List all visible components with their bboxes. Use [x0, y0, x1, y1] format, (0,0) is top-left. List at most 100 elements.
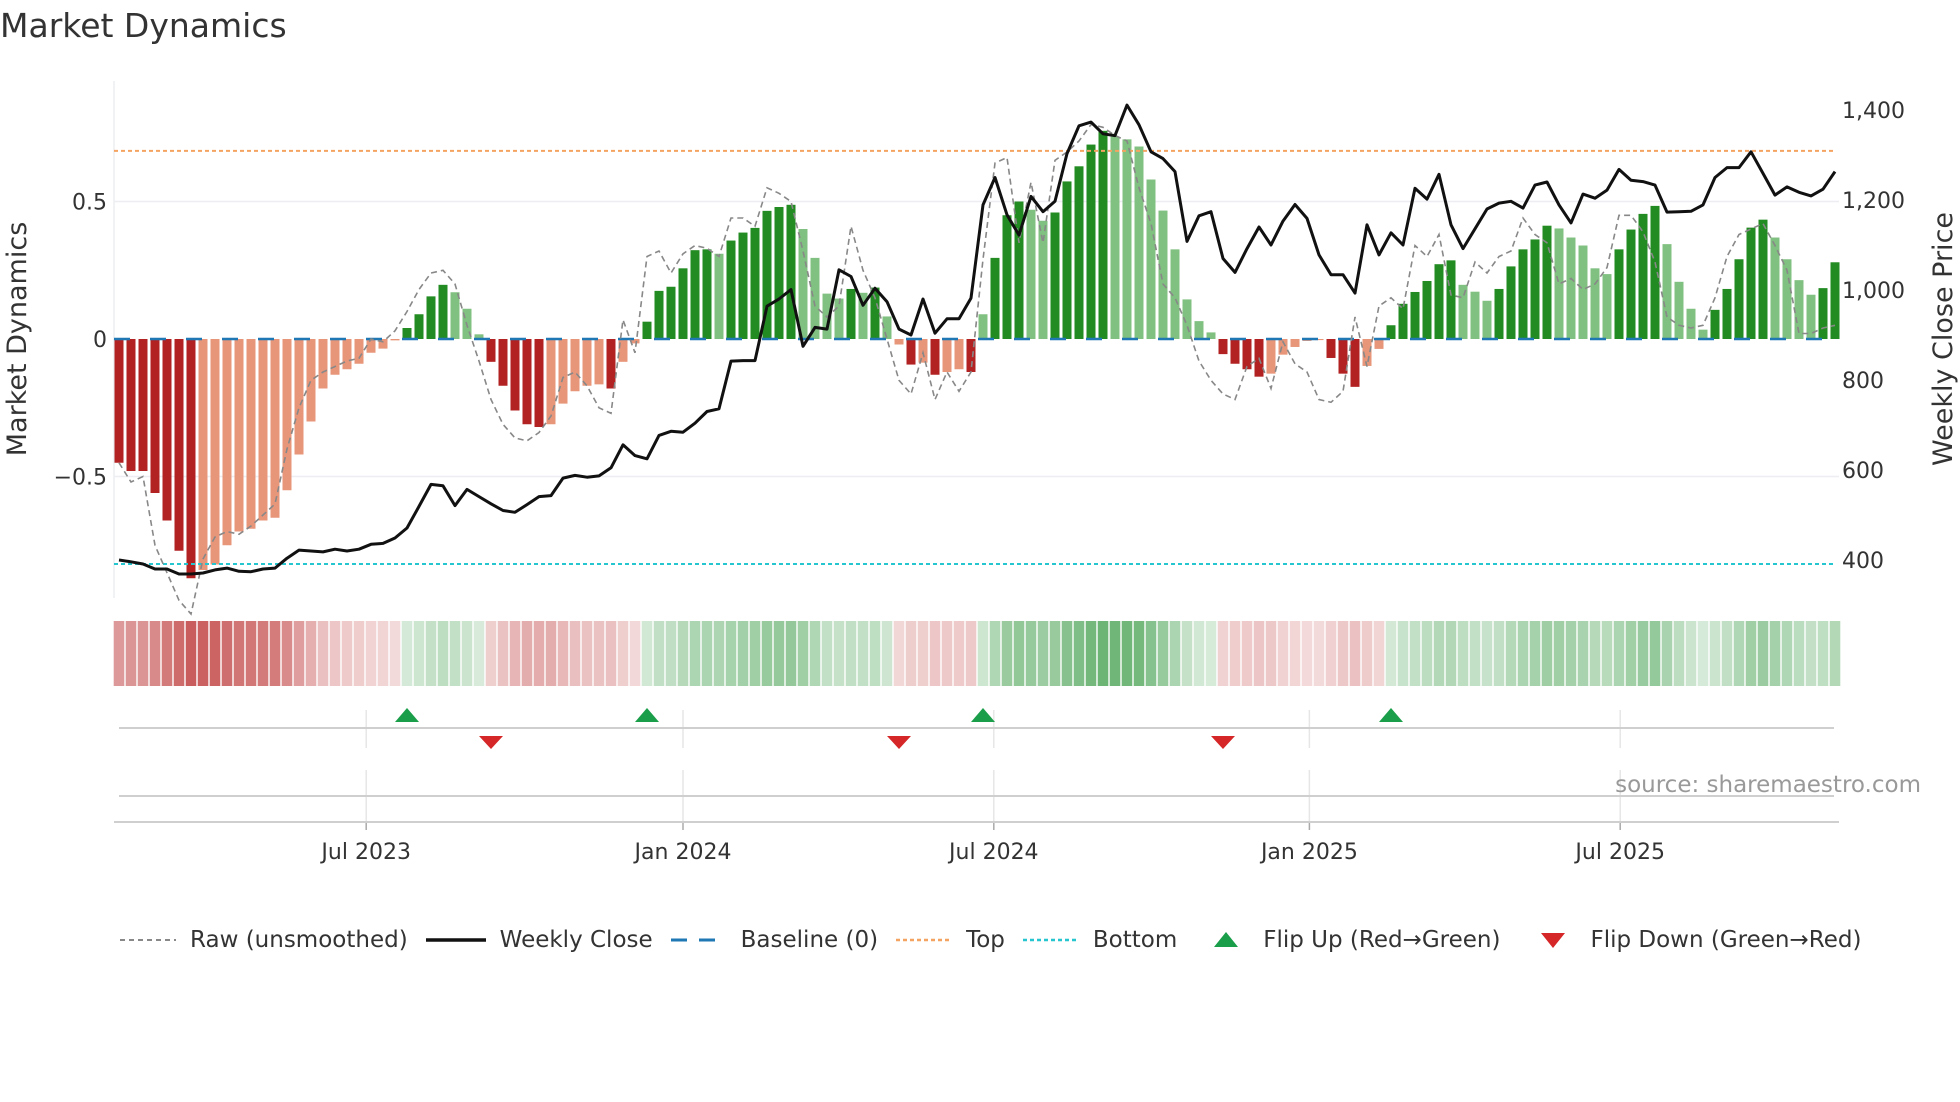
- heat-strip-cell: [221, 621, 233, 686]
- heat-strip-cell: [1817, 621, 1829, 686]
- heat-strip-cell: [1529, 621, 1541, 686]
- dynamics-bar: [1002, 215, 1012, 339]
- dynamics-bar: [390, 339, 400, 341]
- heat-strip-cell: [1541, 621, 1553, 686]
- heat-strip-cell: [1433, 621, 1445, 686]
- dynamics-bar: [654, 290, 664, 339]
- heat-strip-cell: [1289, 621, 1301, 686]
- heat-strip-cell: [641, 621, 653, 686]
- dynamics-bar: [114, 339, 124, 463]
- heat-strip-cell: [149, 621, 161, 686]
- heat-strip-cell: [1505, 621, 1517, 686]
- heat-strip-cell: [1013, 621, 1025, 686]
- heat-strip-cell: [917, 621, 929, 686]
- dynamics-bar: [1650, 205, 1660, 339]
- heat-strip-cell: [1325, 621, 1337, 686]
- raw-line: [118, 123, 1836, 616]
- dynamics-bar: [1530, 239, 1540, 339]
- heat-strip-cell: [1301, 621, 1313, 686]
- heat-strip-cell: [821, 621, 833, 686]
- dynamics-bar: [894, 339, 904, 345]
- heat-strip-cell: [425, 621, 437, 686]
- heat-strip-cell: [329, 621, 341, 686]
- legend-label: Bottom: [1092, 927, 1178, 953]
- dynamics-bar: [702, 249, 712, 339]
- heat-strip-cell: [1061, 621, 1073, 686]
- heat-strip-cell: [725, 621, 737, 686]
- y-tick-label: 0.5: [72, 191, 107, 216]
- dynamics-bar: [414, 314, 424, 339]
- heat-strip-cell: [785, 621, 797, 686]
- heat-strip-cell: [137, 621, 149, 686]
- dynamics-bar: [1242, 339, 1252, 370]
- dynamics-bar: [678, 268, 688, 339]
- y2-tick-label: 600: [1842, 459, 1884, 484]
- heat-strip-cell: [1241, 621, 1253, 686]
- dynamics-bar: [750, 227, 760, 339]
- heat-strip-cell: [389, 621, 401, 686]
- heat-strip-cell: [833, 621, 845, 686]
- dynamics-bar: [846, 288, 856, 339]
- y2-tick-label: 800: [1842, 369, 1884, 394]
- y-axis-label: Market Dynamics: [2, 222, 33, 457]
- dynamics-bar: [1554, 228, 1564, 339]
- x-tick-label: Jul 2023: [319, 840, 411, 865]
- legend-item-bottom: Bottom: [1022, 927, 1178, 953]
- heat-strip-cell: [1337, 621, 1349, 686]
- y-tick-label: −0.5: [54, 466, 107, 491]
- heat-strip-cell: [1649, 621, 1661, 686]
- heat-strip-cell: [1181, 621, 1193, 686]
- dynamics-bar: [714, 253, 724, 339]
- heat-strip-cell: [1193, 621, 1205, 686]
- heat-strip-cell: [1481, 621, 1493, 686]
- dynamics-bar: [558, 339, 568, 404]
- dynamics-bar: [1350, 339, 1360, 387]
- dynamics-bar: [1386, 325, 1396, 339]
- heat-strip-cell: [617, 621, 629, 686]
- heat-strip-cell: [713, 621, 725, 686]
- heat-strip-cell: [845, 621, 857, 686]
- y2-tick-label: 400: [1842, 549, 1884, 574]
- dynamics-bar: [738, 232, 748, 339]
- heat-strip-cell: [245, 621, 257, 686]
- dynamics-bar: [198, 339, 208, 570]
- dynamics-bar: [486, 339, 496, 362]
- heat-strip-cell: [1349, 621, 1361, 686]
- dynamics-bar: [258, 339, 268, 521]
- dynamics-bar: [186, 339, 196, 579]
- heat-strip-cell: [1625, 621, 1637, 686]
- dotted-line-icon: [1022, 938, 1079, 942]
- flip-up-marker: [971, 708, 995, 722]
- dynamics-bar: [1074, 166, 1084, 339]
- heat-strip-cell: [461, 621, 473, 686]
- heat-strip-cell: [1553, 621, 1565, 686]
- heat-strip-cell: [1169, 621, 1181, 686]
- heat-strip-cell: [173, 621, 185, 686]
- dynamics-bar: [1710, 309, 1720, 339]
- dynamics-bar: [594, 339, 604, 385]
- heat-strip-cell: [1577, 621, 1589, 686]
- flip-down-marker: [887, 736, 911, 749]
- source-credit: source: sharemaestro.com: [1615, 772, 1921, 798]
- y2-tick-label: 1,200: [1842, 189, 1905, 214]
- line-layer: [114, 103, 1839, 616]
- heat-strip-cell: [509, 621, 521, 686]
- dynamics-bar: [534, 339, 544, 427]
- dashed-line-icon: [120, 939, 176, 941]
- heat-strip-cell: [905, 621, 917, 686]
- heat-strip-cell: [1697, 621, 1709, 686]
- heat-strip-cell: [353, 621, 365, 686]
- heat-strip-cell: [1025, 621, 1037, 686]
- dynamics-bar: [990, 257, 1000, 339]
- dynamics-bar: [366, 339, 376, 353]
- dynamics-bar: [318, 339, 328, 389]
- dynamics-bar: [1134, 146, 1144, 339]
- heat-strip-cell: [953, 621, 965, 686]
- heat-strip-cell: [1565, 621, 1577, 686]
- heat-strip-cell: [485, 621, 497, 686]
- dynamics-bar: [666, 286, 676, 339]
- heat-strip-cell: [569, 621, 581, 686]
- heat-strip-cell: [1613, 621, 1625, 686]
- dynamics-bar: [438, 284, 448, 339]
- dynamics-bar: [1374, 339, 1384, 349]
